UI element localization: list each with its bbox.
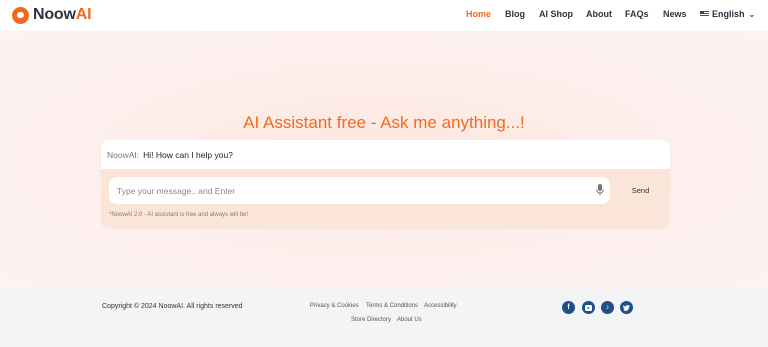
footer-link-privacy[interactable]: Privacy & Cookies <box>310 303 359 309</box>
facebook-icon[interactable]: f <box>562 301 575 314</box>
message-input-wrapper <box>109 177 610 204</box>
bot-message: NoowAI: Hi! How can I help you? <box>101 140 670 169</box>
bot-name: NoowAI: <box>107 149 140 160</box>
message-input[interactable] <box>117 183 587 198</box>
logo-text: NoowAI <box>33 6 92 23</box>
nav-faqs[interactable]: FAQs <box>625 9 649 19</box>
footer-link-terms[interactable]: Terms & Conditions <box>366 303 418 309</box>
logo-chat-icon <box>12 6 29 24</box>
site-header: NoowAI Home Blog AI Shop About FAQs News… <box>0 0 768 31</box>
nav-home[interactable]: Home <box>466 9 491 19</box>
page-title: AI Assistant free - Ask me anything...! <box>243 113 525 132</box>
bot-message-text: Hi! How can I help you? <box>143 149 233 160</box>
language-label: English <box>712 9 745 19</box>
us-flag-icon <box>700 11 709 17</box>
nav-about[interactable]: About <box>586 9 612 19</box>
twitter-icon[interactable] <box>620 301 633 314</box>
footer-link-store-directory[interactable]: Store Directory <box>351 317 391 323</box>
nav-ai-shop[interactable]: AI Shop <box>539 9 573 19</box>
site-footer: Copyright © 2024 NoowAI. All rights rese… <box>0 289 768 347</box>
send-button[interactable]: Send <box>618 177 663 204</box>
youtube-icon[interactable] <box>582 301 595 314</box>
copyright-text: Copyright © 2024 NoowAI. All rights rese… <box>102 303 243 310</box>
nav-blog[interactable]: Blog <box>505 9 525 19</box>
chevron-down-icon: ⌄ <box>748 9 756 19</box>
footer-link-about-us[interactable]: About Us <box>397 317 422 323</box>
microphone-icon[interactable] <box>596 184 604 196</box>
chat-box: NoowAI: Hi! How can I help you? Send *No… <box>101 140 670 228</box>
logo[interactable]: NoowAI <box>12 6 92 24</box>
tiktok-icon[interactable]: ♪ <box>601 301 614 314</box>
footer-link-accessibility[interactable]: Accessibility <box>424 303 457 309</box>
disclaimer-note: *NoowAI 2.0 - AI assistant is free and a… <box>109 212 249 218</box>
nav-news[interactable]: News <box>663 9 687 19</box>
language-selector[interactable]: English ⌄ <box>700 9 755 19</box>
